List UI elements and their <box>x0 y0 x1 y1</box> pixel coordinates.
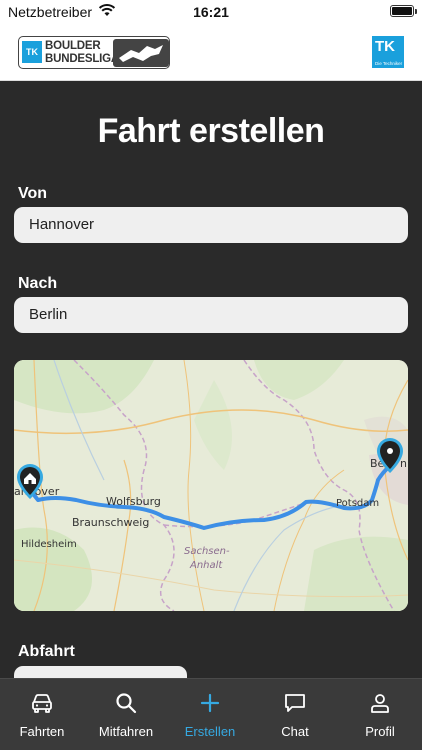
status-bar: Netzbetreiber 16:21 <box>0 0 422 24</box>
tab-erstellen[interactable]: Erstellen <box>168 679 252 750</box>
page-title: Fahrt erstellen <box>97 112 325 150</box>
map-label-braunschweig: Braunschweig <box>72 516 149 529</box>
logo-line-1: BOULDER <box>45 40 101 52</box>
departure-label: Abfahrt <box>18 643 75 660</box>
to-input[interactable]: Berlin <box>14 297 408 333</box>
logo-wordmark: BOULDER BUNDESLIGA <box>45 40 119 66</box>
battery-icon <box>390 5 417 17</box>
map-label-potsdam: Potsdam <box>336 498 379 509</box>
app-header: TK BOULDER BUNDESLIGA TK Die Techniker <box>0 24 422 81</box>
search-icon <box>114 691 138 715</box>
map-label-wolfsburg: Wolfsburg <box>106 495 161 508</box>
plus-icon <box>198 691 222 715</box>
tab-bar: Fahrten Mitfahren Erstellen Chat Profil <box>0 678 422 750</box>
tab-label-fahrten: Fahrten <box>19 724 65 739</box>
from-input[interactable]: Hannover <box>14 207 408 243</box>
tab-fahrten[interactable]: Fahrten <box>0 679 84 750</box>
car-icon <box>30 691 54 715</box>
tab-profil[interactable]: Profil <box>338 679 422 750</box>
chat-bubble-icon <box>283 691 307 715</box>
logo-line-2: BUNDESLIGA <box>45 53 120 65</box>
map-label-sachsen-anhalt: Sachsen- <box>184 546 230 557</box>
tab-label-profil: Profil <box>365 724 395 739</box>
map-label-hildesheim: Hildesheim <box>21 539 77 550</box>
tk-logo-letters: TK <box>375 38 395 55</box>
tab-label-mitfahren: Mitfahren <box>98 724 154 739</box>
tk-logo-subtext: Die Techniker <box>375 61 403 66</box>
tab-chat[interactable]: Chat <box>253 679 337 750</box>
techniker-krankenkasse-logo[interactable]: TK Die Techniker <box>372 36 404 68</box>
departure-input[interactable] <box>14 666 187 678</box>
svg-text:n: n <box>400 457 407 470</box>
status-time: 16:21 <box>193 4 229 20</box>
tab-label-chat: Chat <box>281 724 309 739</box>
from-label: Von <box>18 185 48 202</box>
route-map[interactable]: annover Hildesheim Wolfsburg Braunschwei… <box>14 360 408 611</box>
tab-mitfahren[interactable]: Mitfahren <box>84 679 168 750</box>
boulder-bundesliga-logo[interactable]: TK BOULDER BUNDESLIGA <box>18 36 170 69</box>
tab-label-erstellen: Erstellen <box>184 724 236 739</box>
tk-mini-badge: TK <box>22 41 42 63</box>
climber-graphic-icon <box>113 39 169 67</box>
create-ride-form: Fahrt erstellen Von Hannover Nach Berlin <box>0 82 422 678</box>
person-icon <box>368 691 392 715</box>
to-label: Nach <box>18 275 58 292</box>
map-label-sachsen-anhalt-2: Anhalt <box>189 560 223 571</box>
